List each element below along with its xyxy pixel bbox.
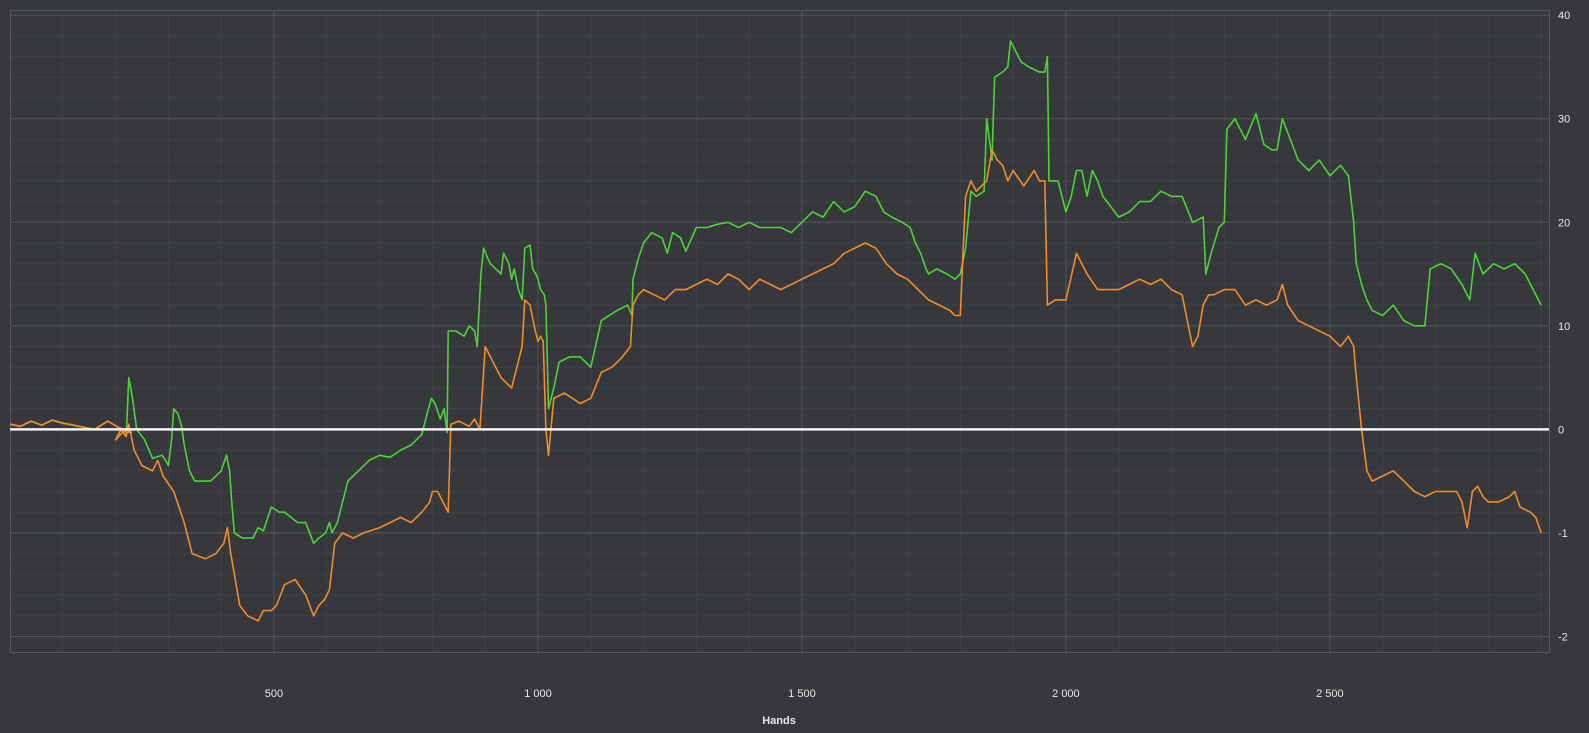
x-tick-labels: 500 1 000 1 500 2 000 2 500 (265, 688, 1344, 700)
series-line-2 (9, 149, 1542, 622)
x-tick-label: 1 000 (524, 688, 552, 700)
profit-chart: 500 1 000 1 500 2 000 2 500 -2 -1 0 10 20 30 40 Ha… (0, 0, 1589, 728)
x-tick-label: 500 (265, 688, 283, 700)
y-tick-label: 10 (1558, 321, 1570, 333)
series-line-1 (9, 40, 1542, 545)
y-tick-label: 40 (1558, 10, 1570, 22)
y-tick-label: 0 (1558, 424, 1564, 436)
y-tick-label: 20 (1558, 217, 1570, 229)
series-group (9, 40, 1542, 622)
chart-svg: 500 1 000 1 500 2 000 2 500 -2 -1 0 10 20 30 40 Ha… (9, 10, 1570, 727)
x-tick-label: 2 000 (1052, 688, 1080, 700)
y-tick-labels: -2 -1 0 10 20 30 40 (1558, 10, 1570, 643)
y-tick-label: -2 (1558, 631, 1568, 643)
x-axis-label: Hands (762, 715, 796, 727)
x-tick-label: 2 500 (1316, 688, 1344, 700)
x-tick-label: 1 500 (788, 688, 816, 700)
y-tick-label: 30 (1558, 114, 1570, 126)
y-tick-label: -1 (1558, 528, 1568, 540)
